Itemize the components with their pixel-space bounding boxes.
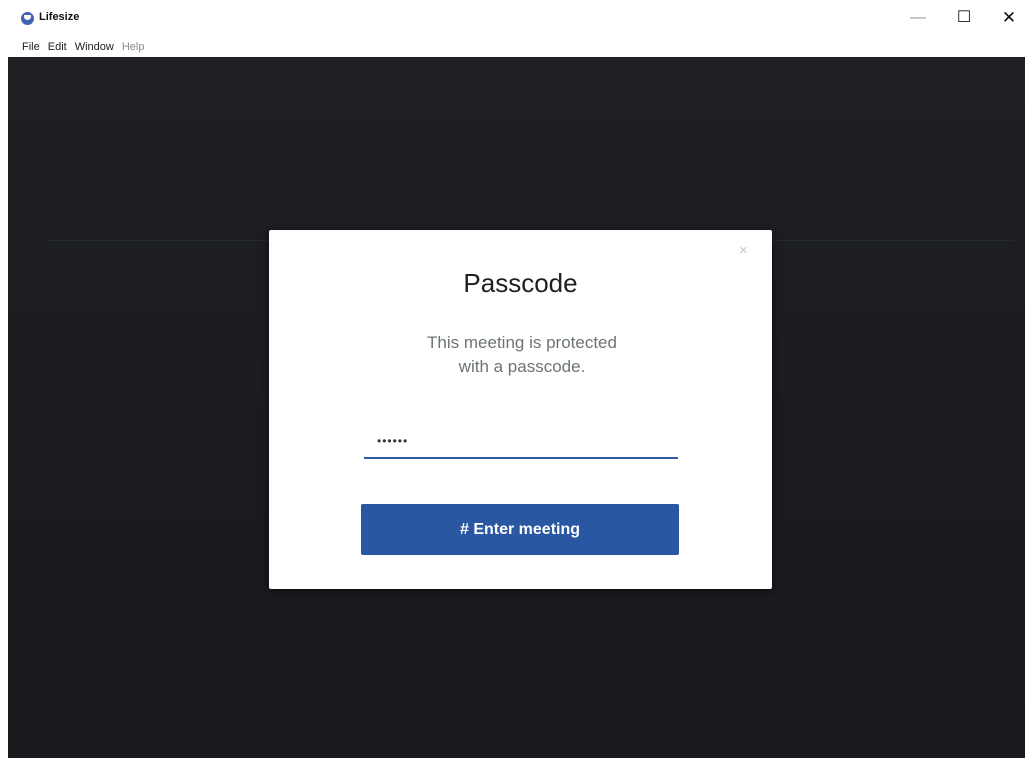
passcode-input[interactable] xyxy=(364,425,678,459)
dialog-close-icon[interactable]: × xyxy=(739,242,748,259)
enter-meeting-button[interactable]: # Enter meeting xyxy=(361,504,679,555)
minimize-button[interactable]: — xyxy=(902,5,934,31)
close-window-button[interactable]: ✕ xyxy=(993,5,1025,31)
lifesize-logo-icon xyxy=(21,12,34,25)
window-titlebar: Lifesize — ☐ ✕ xyxy=(0,0,1025,38)
menu-bar: File Edit Window Help xyxy=(22,38,144,56)
dialog-title: Passcode xyxy=(463,268,578,298)
menu-window[interactable]: Window xyxy=(75,41,114,53)
maximize-button[interactable]: ☐ xyxy=(948,5,980,31)
menu-file[interactable]: File xyxy=(22,41,40,53)
menu-edit[interactable]: Edit xyxy=(48,41,67,53)
passcode-dialog: × Passcode This meeting is protected wit… xyxy=(269,230,772,589)
window-title: Lifesize xyxy=(39,11,80,23)
dialog-message: This meeting is protected with a passcod… xyxy=(427,333,617,376)
menu-help[interactable]: Help xyxy=(122,41,145,53)
